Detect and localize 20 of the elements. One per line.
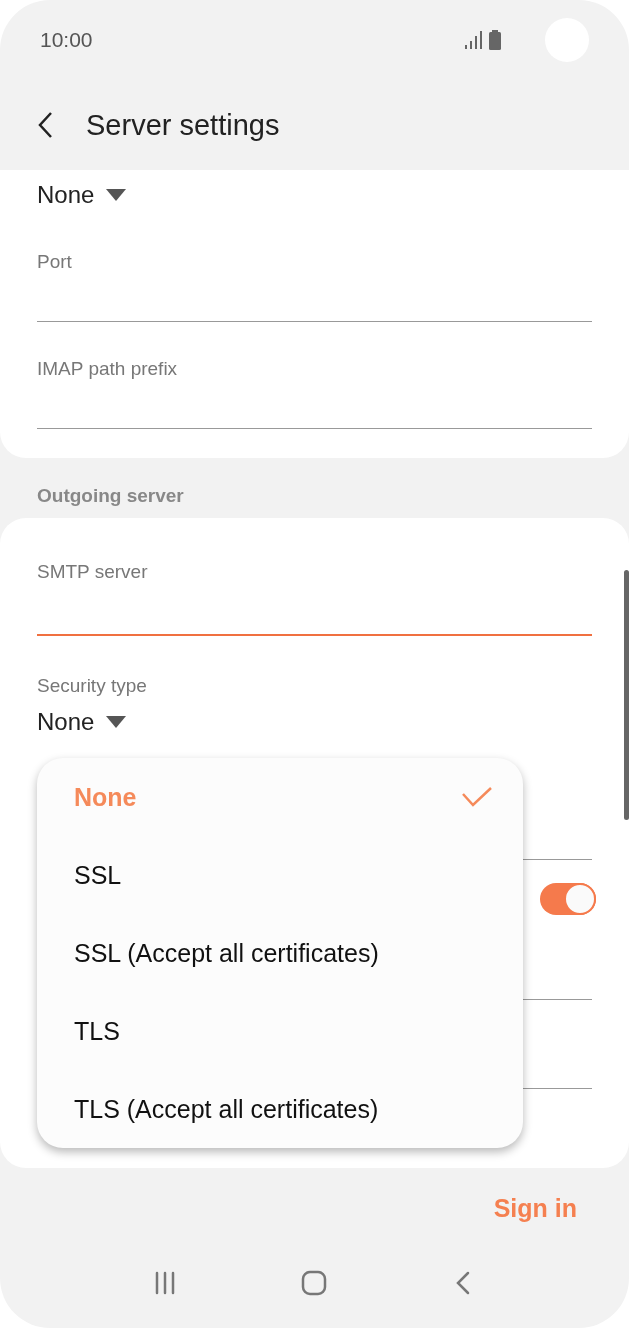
security-dropdown[interactable]: None xyxy=(37,181,127,209)
field-label: Port xyxy=(37,250,72,274)
check-icon xyxy=(461,786,493,808)
battery-icon xyxy=(489,30,501,50)
menu-option[interactable]: TLS (Accept all certificates) xyxy=(37,1070,523,1148)
section-title: Outgoing server xyxy=(37,484,185,508)
caret-icon xyxy=(106,716,127,728)
clock-time: 10:00 xyxy=(40,28,94,52)
caret-icon xyxy=(106,189,127,201)
menu-option[interactable]: TLS xyxy=(37,992,523,1070)
security-dropdown[interactable]: None xyxy=(37,708,127,736)
menu-option[interactable]: SSL (Accept all certificates) xyxy=(37,914,523,992)
field-label: IMAP path prefix xyxy=(37,357,178,381)
signal-icon xyxy=(465,31,483,49)
toggle-switch[interactable] xyxy=(540,883,596,915)
field-label: SMTP server xyxy=(37,560,148,584)
field-label: Security type xyxy=(37,674,147,698)
home-icon[interactable] xyxy=(300,1269,329,1297)
menu-option[interactable]: SSL xyxy=(37,836,523,914)
screen-title: Server settings xyxy=(86,108,280,142)
